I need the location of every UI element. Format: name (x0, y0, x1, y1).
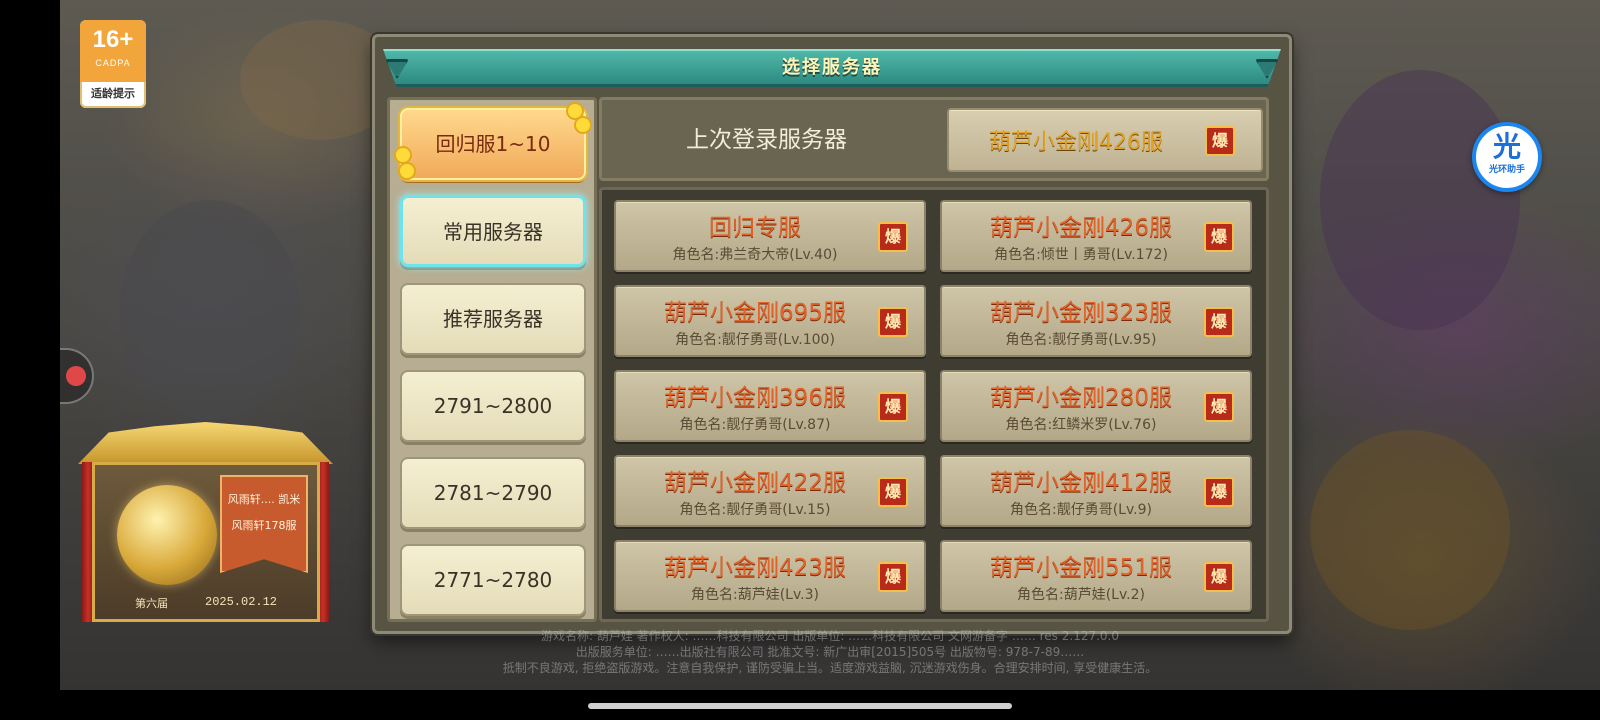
age-rating-org: CADPA (95, 58, 131, 68)
server-name: 葫芦小金刚280服 (990, 385, 1172, 411)
hot-badge-icon: 爆 (1205, 126, 1235, 156)
tab-recommended-servers[interactable]: 推荐服务器 (400, 283, 586, 355)
server-name: 葫芦小金刚323服 (990, 300, 1172, 326)
last-login-server-button[interactable]: 葫芦小金刚426服 爆 (947, 108, 1263, 172)
flower-decoration-icon (400, 164, 414, 178)
flower-decoration-icon (396, 148, 410, 162)
last-login-server-name: 葫芦小金刚426服 (989, 130, 1163, 155)
server-item[interactable]: 葫芦小金刚423服 角色名:葫芦娃(Lv.3) 爆 (614, 540, 926, 612)
server-name: 葫芦小金刚426服 (990, 215, 1172, 241)
server-name: 葫芦小金刚423服 (664, 555, 846, 581)
honor-season: 第六届 (135, 597, 168, 610)
server-role: 角色名:靓仔勇哥(Lv.15) (679, 502, 831, 518)
home-indicator-bar[interactable] (588, 703, 1012, 709)
server-role: 角色名:葫芦娃(Lv.3) (691, 587, 819, 603)
corner-ornament-right-icon (1255, 59, 1279, 79)
server-item[interactable]: 葫芦小金刚695服 角色名:靓仔勇哥(Lv.100) 爆 (614, 285, 926, 357)
server-group-tabs: 回归服1~10 常用服务器 推荐服务器 2791~2800 2781~2790 … (387, 97, 597, 622)
hot-badge-icon: 爆 (1204, 477, 1234, 507)
tab-common-servers[interactable]: 常用服务器 (400, 195, 586, 267)
last-login-label: 上次登录服务器 (686, 127, 847, 153)
tab-range-2791-2800[interactable]: 2791~2800 (400, 370, 586, 442)
tab-range-2781-2790[interactable]: 2781~2790 (400, 457, 586, 529)
helper-assistant-button[interactable]: 光 光环助手 (1472, 122, 1542, 192)
flower-decoration-icon (576, 118, 590, 132)
server-role: 角色名:靓仔勇哥(Lv.100) (675, 332, 835, 348)
honor-card[interactable]: 风雨轩.... 凯米 风雨轩178服 第六届 2025.02.12 (78, 422, 333, 627)
footer-line: 游戏名称: 葫芦娃 著作权人: ……科技有限公司 出版单位: ……科技有限公司 … (540, 629, 1120, 643)
server-item[interactable]: 葫芦小金刚426服 角色名:倾世丨勇哥(Lv.172) 爆 (940, 200, 1252, 272)
footer-line: 出版服务单位: ……出版社有限公司 批准文号: 新广出审[2015]505号 出… (575, 645, 1085, 659)
server-role: 角色名:倾世丨勇哥(Lv.172) (994, 247, 1168, 263)
server-role: 角色名:靓仔勇哥(Lv.87) (679, 417, 831, 433)
honor-ribbon: 风雨轩.... 凯米 风雨轩178服 (220, 475, 308, 573)
server-item[interactable]: 葫芦小金刚551服 角色名:葫芦娃(Lv.2) 爆 (940, 540, 1252, 612)
server-item[interactable]: 葫芦小金刚396服 角色名:靓仔勇哥(Lv.87) 爆 (614, 370, 926, 442)
server-item[interactable]: 葫芦小金刚412服 角色名:靓仔勇哥(Lv.9) 爆 (940, 455, 1252, 527)
server-item[interactable]: 葫芦小金刚422服 角色名:靓仔勇哥(Lv.15) 爆 (614, 455, 926, 527)
flower-decoration-icon (568, 104, 582, 118)
hot-badge-icon: 爆 (878, 562, 908, 592)
hot-badge-icon: 爆 (1204, 562, 1234, 592)
honor-roof (78, 422, 333, 464)
hot-badge-icon: 爆 (878, 392, 908, 422)
server-item[interactable]: 葫芦小金刚280服 角色名:红鳞米罗(Lv.76) 爆 (940, 370, 1252, 442)
age-rating-tip: 适龄提示 (91, 87, 135, 100)
trophy-medal-icon (117, 485, 217, 585)
panel-title: 选择服务器 (782, 57, 882, 78)
last-login-section: 上次登录服务器 葫芦小金刚426服 爆 (599, 97, 1269, 181)
server-list: 回归专服 角色名:弗兰奇大帝(Lv.40) 爆 葫芦小金刚426服 角色名:倾世… (599, 187, 1269, 622)
avatar-icon (66, 366, 86, 386)
server-name: 葫芦小金刚412服 (990, 470, 1172, 496)
honor-date: 2025.02.12 (205, 595, 278, 609)
server-role: 角色名:弗兰奇大帝(Lv.40) (672, 247, 838, 263)
helper-icon: 光 (1492, 130, 1521, 163)
server-name: 葫芦小金刚551服 (990, 555, 1172, 581)
hot-badge-icon: 爆 (1204, 222, 1234, 252)
server-name: 葫芦小金刚695服 (664, 300, 846, 326)
server-role: 角色名:靓仔勇哥(Lv.95) (1005, 332, 1157, 348)
helper-label: 光环助手 (1488, 165, 1525, 175)
footer-line: 抵制不良游戏, 拒绝盗版游戏。注意自我保护, 谨防受骗上当。适度游戏益脑, 沉迷… (502, 661, 1158, 675)
hot-badge-icon: 爆 (1204, 307, 1234, 337)
panel-header: 选择服务器 (383, 49, 1281, 87)
tab-return-server[interactable]: 回归服1~10 (400, 108, 586, 180)
server-name: 回归专服 (709, 215, 801, 241)
honor-line1: 风雨轩.... 凯米 (227, 493, 301, 506)
age-rating-number: 16+ (92, 26, 134, 53)
hot-badge-icon: 爆 (878, 307, 908, 337)
legal-footer: 游戏名称: 葫芦娃 著作权人: ……科技有限公司 出版单位: ……科技有限公司 … (60, 628, 1600, 690)
server-item[interactable]: 回归专服 角色名:弗兰奇大帝(Lv.40) 爆 (614, 200, 926, 272)
tab-range-2771-2780[interactable]: 2771~2780 (400, 544, 586, 616)
age-rating-badge[interactable]: 16+ CADPA 适龄提示 (80, 20, 146, 108)
honor-body: 风雨轩.... 凯米 风雨轩178服 第六届 2025.02.12 (92, 462, 320, 622)
server-role: 角色名:葫芦娃(Lv.2) (1017, 587, 1145, 603)
server-role: 角色名:靓仔勇哥(Lv.9) (1010, 502, 1152, 518)
server-name: 葫芦小金刚422服 (664, 470, 846, 496)
server-select-panel: 选择服务器 回归服1~10 常用服务器 推荐服务器 2791~2800 2781… (372, 34, 1292, 634)
server-item[interactable]: 葫芦小金刚323服 角色名:靓仔勇哥(Lv.95) 爆 (940, 285, 1252, 357)
hot-badge-icon: 爆 (878, 477, 908, 507)
server-name: 葫芦小金刚396服 (664, 385, 846, 411)
honor-line2: 风雨轩178服 (231, 519, 297, 532)
server-role: 角色名:红鳞米罗(Lv.76) (1005, 417, 1157, 433)
hot-badge-icon: 爆 (878, 222, 908, 252)
hot-badge-icon: 爆 (1204, 392, 1234, 422)
corner-ornament-left-icon (385, 59, 409, 79)
